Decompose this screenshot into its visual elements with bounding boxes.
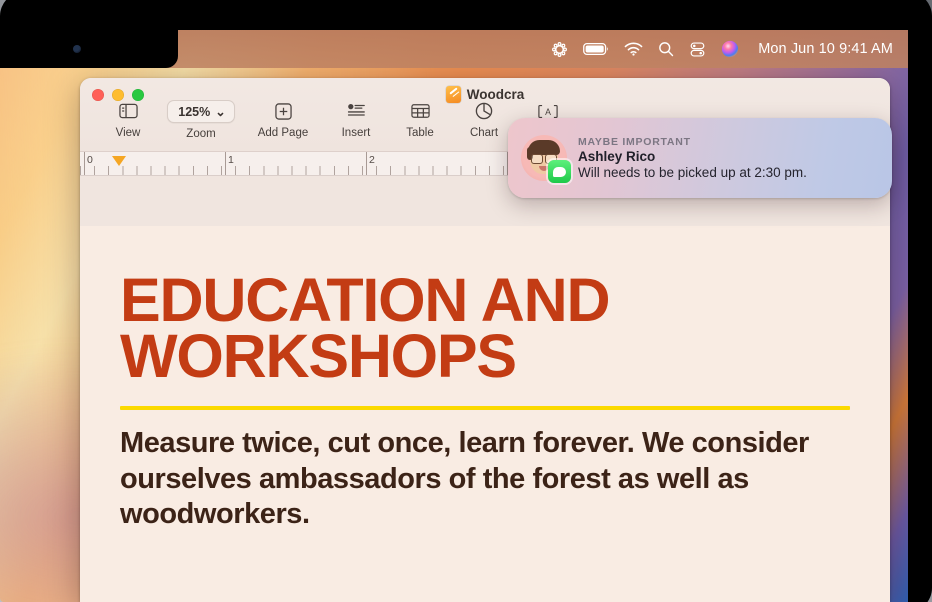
display-viewport: Mon Jun 10 9:41 AM Woodcra View 125% ⌄ Z…	[0, 30, 908, 602]
toolbar-label-table: Table	[406, 127, 434, 139]
display-notch	[0, 30, 178, 68]
ruler-major-line	[366, 152, 367, 175]
notification-sender: Ashley Rico	[578, 149, 656, 164]
memoji-hair	[527, 140, 560, 160]
avatar	[521, 135, 571, 183]
display-settings-icon[interactable]	[551, 41, 568, 58]
toolbar-label-zoom: Zoom	[186, 128, 216, 140]
toolbar-label-add-page: Add Page	[257, 127, 309, 139]
document-page[interactable]: Education and Workshops Measure twice, c…	[80, 226, 890, 602]
wifi-icon[interactable]	[624, 42, 643, 56]
toolbar-button-view[interactable]: View	[96, 100, 160, 139]
notification-content: Maybe Important Ashley Rico Will needs t…	[578, 136, 807, 180]
insert-icon	[347, 100, 366, 122]
chat-bubble-icon	[553, 166, 566, 177]
zoom-popup-button[interactable]: 125% ⌄	[167, 100, 235, 123]
toolbar-label-view: View	[115, 127, 141, 139]
toolbar-button-chart[interactable]: Chart	[452, 100, 516, 139]
sidebar-icon	[118, 100, 138, 122]
notification-kicker: Maybe Important	[578, 136, 691, 148]
control-center-icon[interactable]	[689, 41, 706, 58]
toolbar-button-add-page[interactable]: Add Page	[242, 100, 324, 139]
indent-marker[interactable]	[112, 156, 126, 166]
laptop-screenshot: Mon Jun 10 9:41 AM Woodcra View 125% ⌄ Z…	[0, 0, 932, 602]
search-icon[interactable]	[658, 41, 674, 57]
battery-icon[interactable]	[583, 42, 609, 56]
zoom-value: 125%	[178, 104, 211, 119]
messages-app-icon	[548, 160, 571, 183]
notification-banner[interactable]: Maybe Important Ashley Rico Will needs t…	[508, 118, 892, 198]
menu-bar-clock[interactable]: Mon Jun 10 9:41 AM	[758, 41, 893, 57]
svg-text:A: A	[545, 107, 551, 117]
toolbar-zoom-control[interactable]: 125% ⌄ Zoom	[160, 100, 242, 140]
ruler-mark-2: 2	[369, 154, 375, 166]
ruler-mark-1: 1	[228, 154, 234, 166]
toolbar-button-insert[interactable]: Insert	[324, 100, 388, 139]
document-headline[interactable]: Education and Workshops	[120, 269, 850, 386]
ruler-major-line	[225, 152, 226, 175]
document-body-text[interactable]: Measure twice, cut once, learn forever. …	[120, 426, 850, 532]
chart-icon	[475, 100, 493, 122]
chevron-down-icon: ⌄	[215, 105, 226, 119]
toolbar-button-table[interactable]: Table	[388, 100, 452, 139]
table-icon	[410, 100, 430, 122]
notification-message: Will needs to be picked up at 2:30 pm.	[578, 165, 807, 180]
ruler-major-line	[84, 152, 85, 175]
headline-divider	[120, 406, 850, 411]
camera-icon	[73, 45, 81, 53]
add-page-icon	[274, 100, 292, 122]
ruler-mark-0: 0	[87, 154, 93, 166]
siri-icon[interactable]	[721, 40, 739, 58]
toolbar-label-chart: Chart	[469, 127, 499, 139]
toolbar-label-insert: Insert	[341, 127, 371, 139]
